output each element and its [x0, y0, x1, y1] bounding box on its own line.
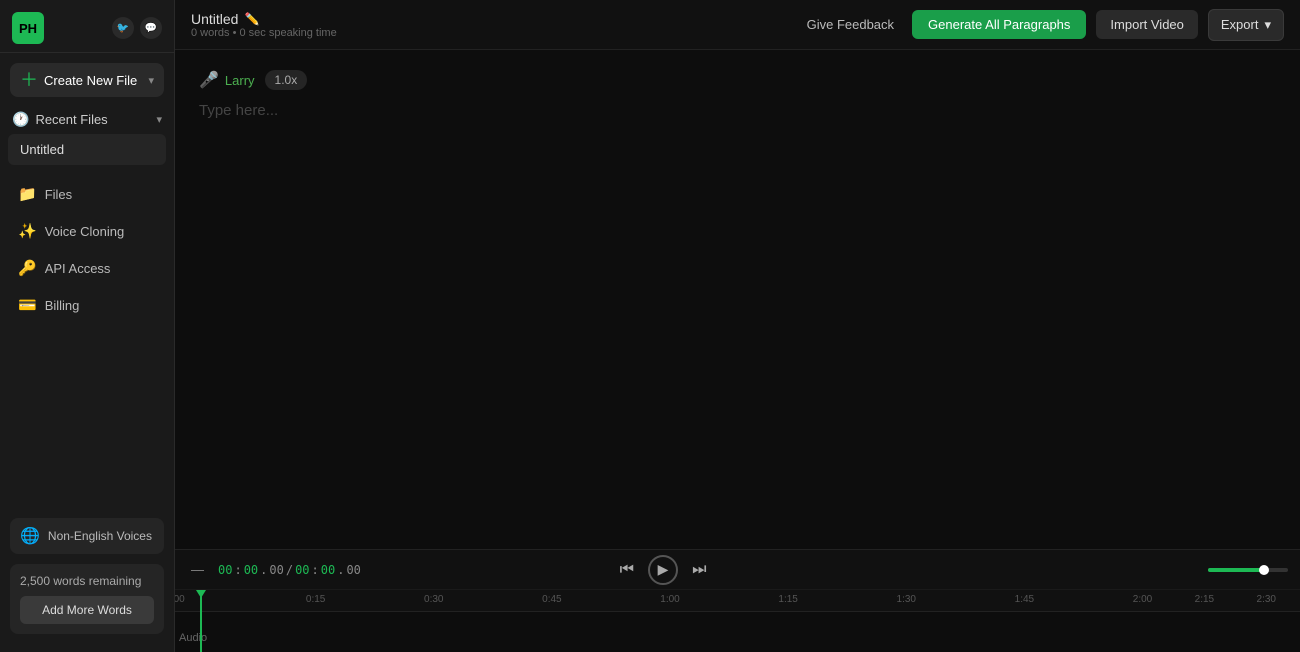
chevron-down-icon: ▾: [156, 113, 162, 126]
voice-selector: 🎤 Larry 1.0x: [199, 70, 1276, 90]
ruler-tick: 1:00: [660, 594, 679, 605]
volume-knob: [1259, 565, 1269, 575]
topbar-title-area: Untitled ✏️ 0 words • 0 sec speaking tim…: [191, 11, 337, 39]
timeline-ruler: 0:00 0:15 0:30 0:45 1:00 1:15 1:30 1:45 2:00 2:15…: [175, 590, 1300, 612]
voice-chip[interactable]: 🎤 Larry: [199, 70, 255, 90]
recent-files-label: Recent Files: [35, 112, 107, 127]
key-icon: 🔑: [18, 259, 37, 277]
sidebar-item-billing[interactable]: 💳 Billing: [6, 287, 168, 323]
transport-bar: — 00 : 00 . 00 / 00 : 00 . 00 ⏮ ▶ ⏭: [175, 550, 1300, 590]
ruler-tick: 1:45: [1015, 594, 1034, 605]
non-english-voices-button[interactable]: 🌐 Non-English Voices: [10, 518, 164, 554]
export-chevron-icon: ▾: [1264, 17, 1271, 33]
ruler-tick: 2:15: [1195, 594, 1214, 605]
play-button[interactable]: ▶: [648, 555, 678, 585]
voice-name: Larry: [225, 73, 255, 88]
twitter-icon[interactable]: 🐦: [112, 17, 134, 39]
time-current-m: 00: [244, 563, 258, 577]
sidebar-item-billing-label: Billing: [45, 298, 80, 313]
time-colon1: :: [234, 563, 241, 577]
discord-icon[interactable]: 💬: [140, 17, 162, 39]
non-english-label: Non-English Voices: [48, 529, 152, 543]
sidebar: PH 🐦 💬 ＋ Create New File ▾ 🕐 Recent File…: [0, 0, 175, 652]
sparkle-icon: ✨: [18, 222, 37, 240]
sidebar-item-files-label: Files: [45, 187, 72, 202]
transport-controls: ⏮ ▶ ⏭: [614, 555, 713, 585]
title-text: Untitled: [191, 11, 238, 27]
track-label: Audio: [179, 632, 207, 644]
topbar-actions: Give Feedback Generate All Paragraphs Im…: [799, 9, 1284, 41]
time-current-ms: 00: [269, 563, 283, 577]
edit-title-icon[interactable]: ✏️: [244, 12, 259, 26]
time-colon2: :: [312, 563, 319, 577]
time-current-h: 00: [218, 563, 232, 577]
topbar-meta: 0 words • 0 sec speaking time: [191, 27, 337, 39]
folder-icon: 📁: [18, 185, 37, 203]
document-title: Untitled ✏️: [191, 11, 337, 27]
chevron-down-icon: ▾: [148, 74, 154, 87]
volume-slider[interactable]: [1208, 568, 1288, 572]
billing-icon: 💳: [18, 296, 37, 314]
speed-badge[interactable]: 1.0x: [265, 70, 308, 90]
ruler-tick: 2:30: [1257, 594, 1276, 605]
plus-icon: ＋: [20, 71, 38, 89]
sidebar-item-voice-cloning-label: Voice Cloning: [45, 224, 125, 239]
ruler-tick: 1:30: [897, 594, 916, 605]
ruler-tick: 0:00: [175, 594, 185, 605]
editor-area[interactable]: 🎤 Larry 1.0x Type here...: [175, 50, 1300, 549]
recent-file-item[interactable]: Untitled: [8, 134, 166, 165]
voice-icon: 🎤: [199, 70, 219, 90]
ruler-tick: 2:00: [1133, 594, 1152, 605]
words-remaining: 2,500 words remaining: [20, 574, 154, 588]
ruler-tick: 0:30: [424, 594, 443, 605]
translate-icon: 🌐: [20, 526, 40, 546]
ruler-tick: 1:15: [778, 594, 797, 605]
timeline[interactable]: 0:00 0:15 0:30 0:45 1:00 1:15 1:30 1:45 2:00 2:15…: [175, 590, 1300, 652]
generate-all-paragraphs-button[interactable]: Generate All Paragraphs: [912, 10, 1086, 39]
give-feedback-button[interactable]: Give Feedback: [799, 13, 902, 36]
export-button[interactable]: Export ▾: [1208, 9, 1284, 41]
add-words-button[interactable]: Add More Words: [20, 596, 154, 624]
time-total-ms: 00: [346, 563, 360, 577]
sidebar-item-voice-cloning[interactable]: ✨ Voice Cloning: [6, 213, 168, 249]
volume-area: [1208, 568, 1288, 572]
topbar: Untitled ✏️ 0 words • 0 sec speaking tim…: [175, 0, 1300, 50]
time-dot2: .: [337, 563, 344, 577]
skip-back-button[interactable]: ⏮: [614, 557, 640, 583]
export-label: Export: [1221, 17, 1259, 32]
social-icons: 🐦 💬: [112, 17, 162, 39]
app-logo: PH: [12, 12, 44, 44]
timeline-track-area: Audio: [175, 612, 1300, 652]
time-display: 00 : 00 . 00 / 00 : 00 . 00: [218, 563, 361, 577]
nav-items: 📁 Files ✨ Voice Cloning 🔑 API Access 💳 B…: [0, 175, 174, 324]
words-box: 2,500 words remaining Add More Words: [10, 564, 164, 634]
import-video-button[interactable]: Import Video: [1096, 10, 1197, 39]
create-new-file-button[interactable]: ＋ Create New File ▾: [10, 63, 164, 97]
ruler-tick: 0:15: [306, 594, 325, 605]
skip-forward-button[interactable]: ⏭: [686, 557, 712, 583]
time-separator: /: [286, 563, 293, 577]
create-label: Create New File: [44, 73, 137, 88]
bottom-controls: — 00 : 00 . 00 / 00 : 00 . 00 ⏮ ▶ ⏭: [175, 549, 1300, 652]
time-total-h: 00: [295, 563, 309, 577]
type-here-placeholder[interactable]: Type here...: [199, 102, 1276, 119]
ruler-tick: 0:45: [542, 594, 561, 605]
sidebar-item-api-access[interactable]: 🔑 API Access: [6, 250, 168, 286]
recent-files-header[interactable]: 🕐 Recent Files ▾: [0, 103, 174, 132]
mute-button[interactable]: —: [187, 560, 208, 579]
sidebar-item-api-access-label: API Access: [45, 261, 111, 276]
playhead-indicator: [196, 590, 206, 598]
volume-fill: [1208, 568, 1264, 572]
sidebar-header: PH 🐦 💬: [0, 0, 174, 53]
clock-icon: 🕐: [12, 111, 29, 128]
time-dot1: .: [260, 563, 267, 577]
main-content: Untitled ✏️ 0 words • 0 sec speaking tim…: [175, 0, 1300, 652]
sidebar-bottom: 🌐 Non-English Voices 2,500 words remaini…: [0, 508, 174, 652]
time-total-m: 00: [321, 563, 335, 577]
sidebar-item-files[interactable]: 📁 Files: [6, 176, 168, 212]
